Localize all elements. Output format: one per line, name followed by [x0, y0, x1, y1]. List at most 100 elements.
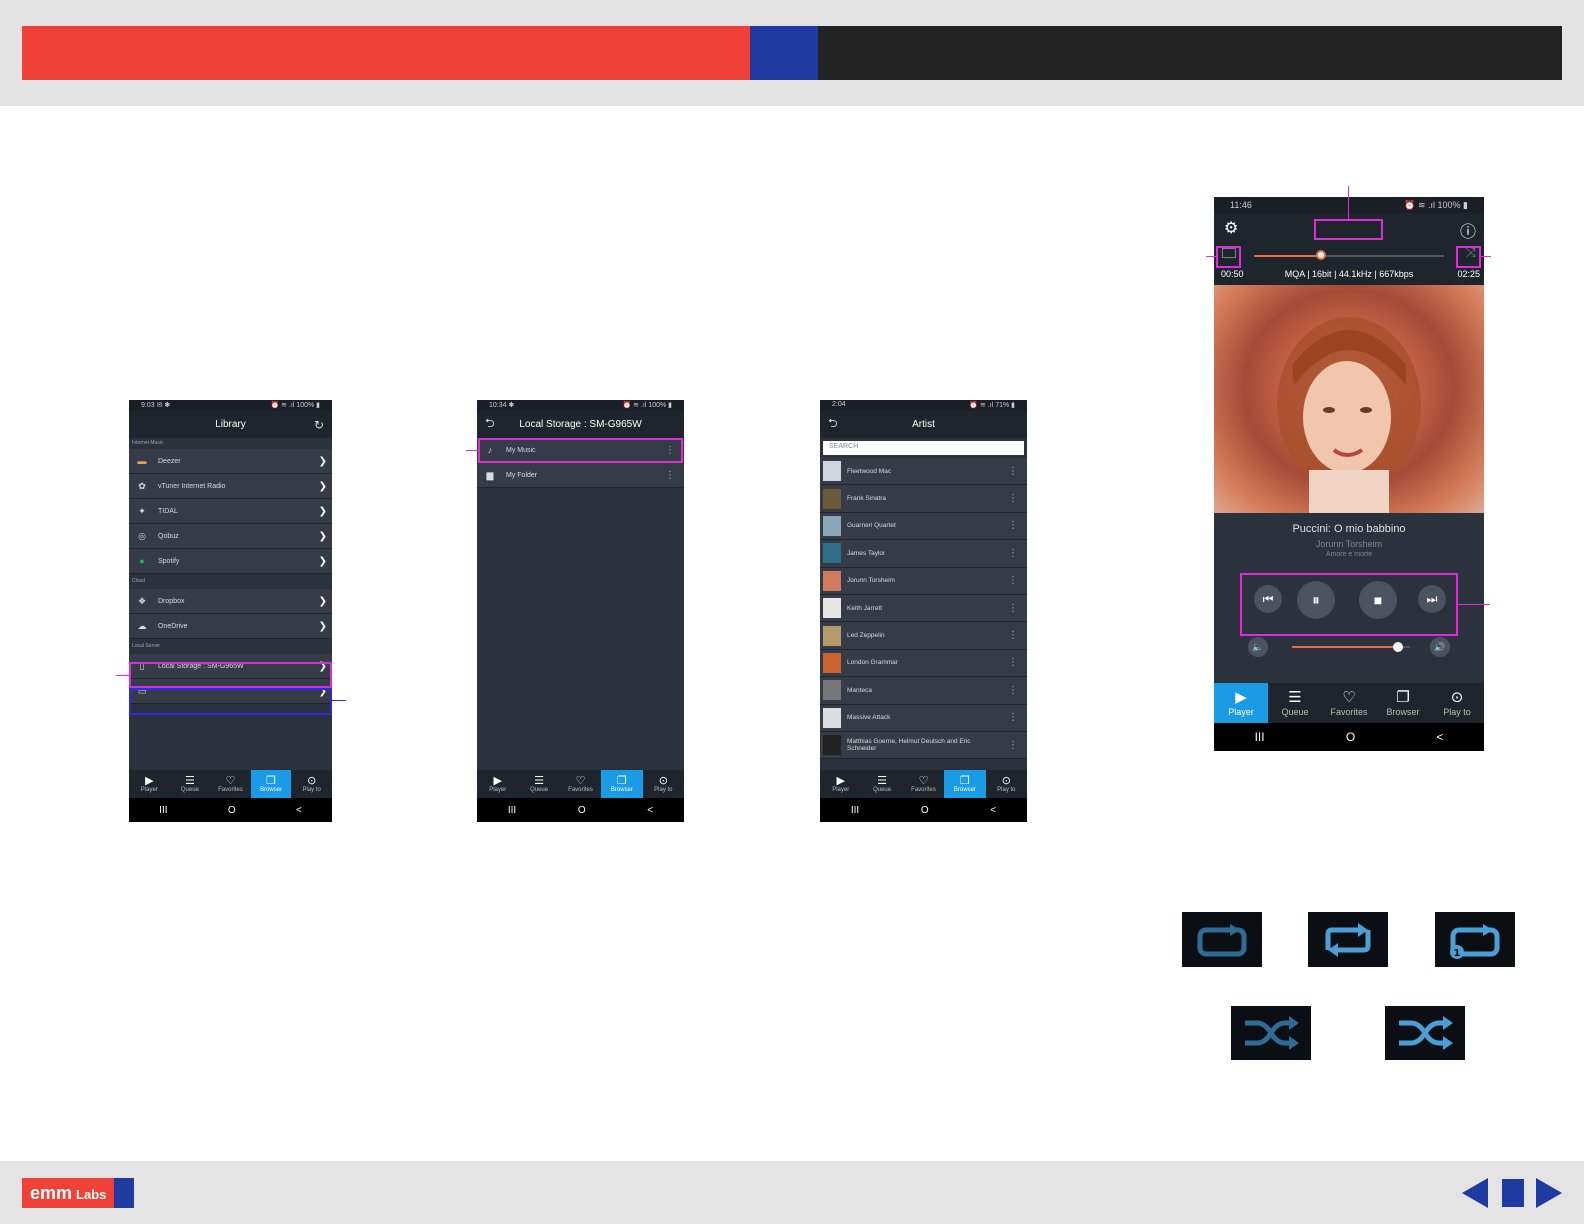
back-button[interactable]: < — [296, 805, 302, 816]
list-item-label: vTuner Internet Radio — [158, 482, 226, 490]
list-item[interactable]: ● Spotify ❯ — [129, 549, 332, 574]
tab-label: Browser — [260, 787, 283, 793]
tab-play-to[interactable]: ⊙ Play to — [1430, 683, 1484, 723]
more-options-icon[interactable]: ⋮ — [665, 470, 675, 481]
callout-line — [1206, 256, 1216, 257]
home-button[interactable]: O — [228, 805, 236, 816]
more-options-icon[interactable]: ⋮ — [1008, 466, 1018, 477]
more-options-icon[interactable]: ⋮ — [1008, 685, 1018, 696]
home-button[interactable]: O — [578, 805, 586, 816]
status-indicators: ⏰ ≋ .ıl 71% ▮ — [969, 402, 1015, 409]
more-options-icon[interactable]: ⋮ — [1008, 493, 1018, 504]
tab-icon: ☰ — [877, 775, 888, 787]
volume-down-button[interactable]: 🔈 — [1248, 637, 1268, 657]
back-button[interactable]: < — [1436, 730, 1443, 744]
callout-line — [466, 450, 478, 451]
list-item[interactable]: Frank Sinatra ⋮ — [820, 485, 1027, 513]
volume-up-button[interactable]: 🔊 — [1430, 637, 1450, 657]
home-button[interactable]: O — [921, 805, 929, 816]
list-item[interactable]: ▆ My Folder ⋮ — [477, 463, 684, 488]
logo-subtext: Labs — [76, 1187, 107, 1202]
more-options-icon[interactable]: ⋮ — [1008, 740, 1018, 751]
status-indicators: ⏰ ≋ .ıl 100% ▮ — [1404, 200, 1468, 210]
tab-favorites[interactable]: ♡ Favorites — [903, 770, 944, 798]
volume-handle[interactable] — [1393, 642, 1404, 652]
back-button[interactable]: < — [990, 805, 996, 816]
tab-play-to[interactable]: ⊙ Play to — [291, 770, 332, 798]
list-item[interactable]: Guarneri Quartet ⋮ — [820, 512, 1027, 541]
tab-queue[interactable]: ☰ Queue — [518, 770, 559, 798]
tab-favorites[interactable]: ♡ Favorites — [560, 770, 601, 798]
gear-icon[interactable]: ⚙ — [1224, 218, 1238, 238]
recent-apps-button[interactable]: III — [851, 805, 859, 816]
list-item[interactable]: ▬ Deezer ❯ — [129, 449, 332, 474]
tab-play-to[interactable]: ⊙ Play to — [986, 770, 1027, 798]
recent-apps-button[interactable]: III — [508, 805, 516, 816]
recent-apps-button[interactable]: III — [1255, 730, 1265, 744]
tab-browser[interactable]: ❐ Browser — [250, 770, 292, 798]
tab-queue[interactable]: ☰ Queue — [1268, 683, 1322, 723]
list-item[interactable]: Manteca ⋮ — [820, 677, 1027, 705]
list-item[interactable]: James Taylor ⋮ — [820, 540, 1027, 568]
tab-favorites[interactable]: ♡ Favorites — [1322, 683, 1376, 723]
qobuz-icon: ◎ — [138, 530, 146, 541]
tab-label: Favorites — [911, 787, 936, 793]
list-item[interactable]: Jorunn Torsheim ⋮ — [820, 567, 1027, 595]
emm-labs-logo[interactable]: emm Labs — [22, 1178, 135, 1208]
next-page-button[interactable] — [1536, 1178, 1562, 1208]
tab-icon: ❐ — [959, 775, 970, 787]
progress-handle[interactable] — [1315, 250, 1326, 260]
tab-browser[interactable]: ❐ Browser — [944, 770, 986, 798]
list-item[interactable]: Fleetwood Mac ⋮ — [820, 458, 1027, 486]
status-bar: 9:03 ✉ ✱ ⏰ ≋ .ıl 100% ▮ — [129, 400, 332, 411]
tab-label: Browser — [610, 787, 633, 793]
tab-play-to[interactable]: ⊙ Play to — [643, 770, 684, 798]
tab-player[interactable]: ▶ Player — [1214, 683, 1268, 723]
tab-favorites[interactable]: ♡ Favorites — [210, 770, 251, 798]
list-item[interactable]: Massive Attack ⋮ — [820, 704, 1027, 732]
list-item[interactable]: ◎ Qobuz ❯ — [129, 524, 332, 549]
artist-list-screenshot: 2:04 ⏰ ≋ .ıl 71% ▮ ⮌ Artist SEARCH Fleet… — [820, 400, 1027, 822]
list-item[interactable]: London Grammar ⋮ — [820, 649, 1027, 678]
recent-apps-button[interactable]: III — [159, 805, 167, 816]
player-screenshot: 11:46 ⏰ ≋ .ıl 100% ▮ ⚙ ⓘ ⤨ 00:50 MQA | 1… — [1214, 197, 1484, 751]
back-icon[interactable]: ⮌ — [485, 414, 495, 435]
page-title: Local Storage : SM-G965W — [519, 419, 642, 430]
highlight-repeat — [1216, 246, 1241, 268]
more-options-icon[interactable]: ⋮ — [1008, 520, 1018, 531]
list-item[interactable]: Matthias Goerne, Helmut Deutsch and Eric… — [820, 731, 1027, 760]
list-item[interactable]: ✦ TIDAL ❯ — [129, 499, 332, 524]
more-options-icon[interactable]: ⋮ — [1008, 575, 1018, 586]
tab-player[interactable]: ▶ Player — [129, 770, 170, 798]
list-item[interactable]: ✿ vTuner Internet Radio ❯ — [129, 474, 332, 499]
more-options-icon[interactable]: ⋮ — [1008, 657, 1018, 668]
more-options-icon[interactable]: ⋮ — [1008, 603, 1018, 614]
tab-browser[interactable]: ❐ Browser — [1376, 683, 1430, 723]
tab-queue[interactable]: ☰ Queue — [170, 770, 211, 798]
total-time: 02:25 — [1457, 269, 1480, 279]
refresh-icon[interactable]: ↻ — [314, 418, 324, 432]
more-options-icon[interactable]: ⋮ — [1008, 712, 1018, 723]
more-options-icon[interactable]: ⋮ — [1008, 630, 1018, 641]
tab-label: Queue — [873, 787, 892, 793]
list-item[interactable]: ☁ OneDrive ❯ — [129, 614, 332, 639]
previous-page-button[interactable] — [1462, 1178, 1488, 1208]
home-button[interactable] — [1502, 1179, 1524, 1207]
tab-label: Queue — [1281, 707, 1309, 717]
tab-label: Player — [1228, 707, 1254, 717]
home-button[interactable]: O — [1346, 730, 1355, 744]
callout-line — [1458, 604, 1490, 605]
tab-queue[interactable]: ☰ Queue — [861, 770, 902, 798]
more-options-icon[interactable]: ⋮ — [1008, 548, 1018, 559]
callout-line — [1348, 186, 1349, 219]
back-button[interactable]: < — [647, 805, 653, 816]
list-item[interactable]: ❖ Dropbox ❯ — [129, 589, 332, 614]
tab-player[interactable]: ▶ Player — [477, 770, 518, 798]
search-input[interactable]: SEARCH — [823, 441, 1024, 455]
tab-browser[interactable]: ❐ Browser — [601, 770, 643, 798]
list-item[interactable]: Keith Jarrett ⋮ — [820, 594, 1027, 623]
list-item[interactable]: Led Zeppelin ⋮ — [820, 622, 1027, 650]
info-icon[interactable]: ⓘ — [1460, 218, 1476, 242]
tab-player[interactable]: ▶ Player — [820, 770, 861, 798]
back-icon[interactable]: ⮌ — [828, 414, 838, 435]
